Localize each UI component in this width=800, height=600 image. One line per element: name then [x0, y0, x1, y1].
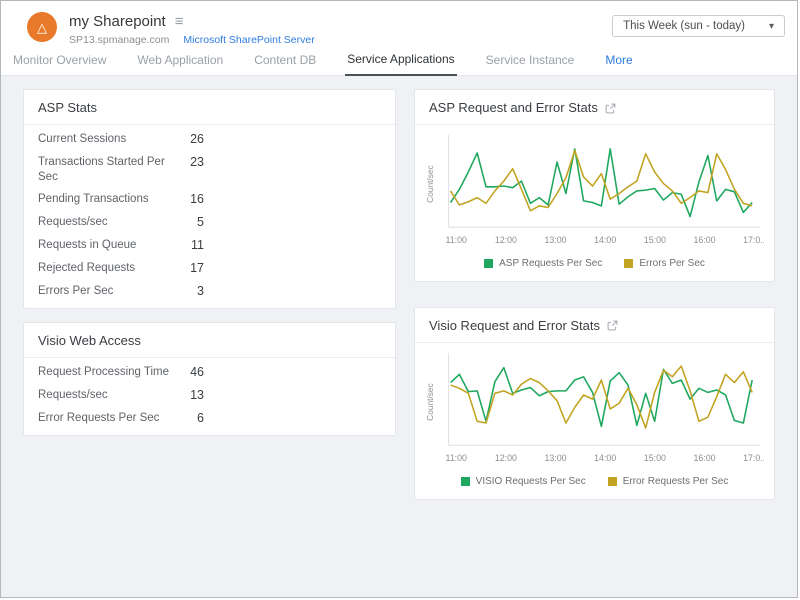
visio-chart-panel: Visio Request and Error Stats Count/sec 1…	[414, 307, 775, 500]
svg-text:14:00: 14:00	[594, 453, 616, 463]
chart-title: Visio Request and Error Stats	[429, 318, 600, 333]
external-link-icon[interactable]	[607, 320, 618, 331]
tab-bar: Monitor Overview Web Application Content…	[1, 49, 797, 76]
stat-value: 13	[170, 388, 204, 403]
header: my Sharepoint SP13.spmanage.com Microsof…	[1, 1, 797, 49]
stat-value: 23	[170, 155, 204, 170]
right-column: ASP Request and Error Stats Count/sec 11:…	[414, 89, 775, 598]
tab-monitor-overview[interactable]: Monitor Overview	[11, 53, 108, 75]
tab-service-instance[interactable]: Service Instance	[484, 53, 577, 75]
monitor-warning-icon	[27, 12, 57, 42]
chart-legend: VISIO Requests Per Sec Error Requests Per…	[415, 473, 774, 499]
svg-text:15:00: 15:00	[644, 235, 666, 245]
panel-title: Visio Web Access	[24, 323, 395, 358]
legend-label: ASP Requests Per Sec	[499, 258, 602, 269]
svg-text:11:00: 11:00	[446, 453, 468, 463]
hamburger-menu-icon[interactable]	[175, 14, 184, 29]
tab-more[interactable]: More	[603, 53, 634, 75]
stat-label: Requests/sec	[38, 215, 170, 230]
tab-content-db[interactable]: Content DB	[252, 53, 318, 75]
stat-row: Requests in Queue 11	[24, 234, 395, 257]
stat-value: 16	[170, 192, 204, 207]
legend-swatch	[484, 259, 493, 268]
stat-value: 3	[170, 284, 204, 299]
legend-swatch	[461, 477, 470, 486]
svg-text:12:00: 12:00	[495, 235, 517, 245]
line-chart: Count/sec 11:00 12:00 13:00 14:00 15:00 16:00 1…	[425, 349, 764, 473]
stat-label: Pending Transactions	[38, 192, 170, 207]
time-range-select[interactable]: This Week (sun - today)	[612, 15, 785, 37]
line-chart: Count/sec 11:00 12:00 13:00 14:00 15:00 16:00 1…	[425, 131, 764, 255]
svg-text:16:00: 16:00	[693, 235, 715, 245]
chevron-down-icon	[769, 20, 774, 32]
asp-stats-panel: ASP Stats Current Sessions 26 Transactio…	[23, 89, 396, 309]
legend-swatch	[608, 477, 617, 486]
stat-label: Errors Per Sec	[38, 284, 170, 299]
stat-row: Requests/sec 13	[24, 384, 395, 407]
chart-title: ASP Request and Error Stats	[429, 100, 598, 115]
svg-text:17:0..: 17:0..	[743, 453, 764, 463]
app-window: my Sharepoint SP13.spmanage.com Microsof…	[0, 0, 798, 598]
stat-row: Pending Transactions 16	[24, 188, 395, 211]
stat-label: Rejected Requests	[38, 261, 170, 276]
tab-service-applications[interactable]: Service Applications	[345, 52, 456, 76]
chart-plot-area: Count/sec 11:00 12:00 13:00 14:00 15:00 16:00 1…	[415, 343, 774, 473]
svg-text:17:0..: 17:0..	[743, 235, 764, 245]
stat-label: Requests/sec	[38, 388, 170, 403]
left-column: ASP Stats Current Sessions 26 Transactio…	[23, 89, 396, 598]
stat-row: Transactions Started Per Sec 23	[24, 151, 395, 188]
stat-row: Request Processing Time 46	[24, 361, 395, 384]
svg-text:14:00: 14:00	[594, 235, 616, 245]
legend-item[interactable]: VISIO Requests Per Sec	[461, 476, 586, 487]
legend-item[interactable]: Errors Per Sec	[624, 258, 705, 269]
external-link-icon[interactable]	[605, 103, 616, 114]
legend-swatch	[624, 259, 633, 268]
stat-row: Requests/sec 5	[24, 211, 395, 234]
tab-web-application[interactable]: Web Application	[135, 53, 225, 75]
svg-text:15:00: 15:00	[644, 453, 666, 463]
stat-label: Error Requests Per Sec	[38, 411, 170, 426]
stat-row: Current Sessions 26	[24, 128, 395, 151]
legend-label: VISIO Requests Per Sec	[476, 476, 586, 487]
content-area: ASP Stats Current Sessions 26 Transactio…	[1, 76, 797, 598]
chart-legend: ASP Requests Per Sec Errors Per Sec	[415, 255, 774, 281]
svg-text:Count/sec: Count/sec	[425, 383, 435, 421]
stat-value: 5	[170, 215, 204, 230]
stat-label: Transactions Started Per Sec	[38, 155, 170, 184]
stat-row: Rejected Requests 17	[24, 257, 395, 280]
svg-text:13:00: 13:00	[544, 235, 566, 245]
svg-text:11:00: 11:00	[446, 235, 468, 245]
stat-label: Requests in Queue	[38, 238, 170, 253]
stat-row: Error Requests Per Sec 6	[24, 407, 395, 430]
legend-item[interactable]: Error Requests Per Sec	[608, 476, 729, 487]
page-title: my Sharepoint	[69, 13, 166, 30]
stat-value: 26	[170, 132, 204, 147]
svg-text:16:00: 16:00	[693, 453, 715, 463]
stat-value: 17	[170, 261, 204, 276]
time-range-value: This Week (sun - today)	[623, 20, 745, 32]
svg-text:12:00: 12:00	[495, 453, 517, 463]
stat-label: Current Sessions	[38, 132, 170, 147]
legend-label: Error Requests Per Sec	[623, 476, 729, 487]
server-type-link[interactable]: Microsoft SharePoint Server	[183, 34, 314, 46]
stat-value: 6	[170, 411, 204, 426]
legend-label: Errors Per Sec	[639, 258, 705, 269]
chart-plot-area: Count/sec 11:00 12:00 13:00 14:00 15:00 16:00 1…	[415, 125, 774, 255]
visio-web-access-panel: Visio Web Access Request Processing Time…	[23, 322, 396, 436]
svg-text:13:00: 13:00	[544, 453, 566, 463]
stat-value: 11	[170, 238, 204, 253]
svg-text:Count/sec: Count/sec	[425, 165, 435, 203]
asp-chart-panel: ASP Request and Error Stats Count/sec 11:…	[414, 89, 775, 282]
stat-value: 46	[170, 365, 204, 380]
stat-label: Request Processing Time	[38, 365, 170, 380]
stat-row: Errors Per Sec 3	[24, 280, 395, 303]
monitor-host: SP13.spmanage.com	[69, 34, 169, 46]
panel-title: ASP Stats	[24, 90, 395, 125]
legend-item[interactable]: ASP Requests Per Sec	[484, 258, 602, 269]
